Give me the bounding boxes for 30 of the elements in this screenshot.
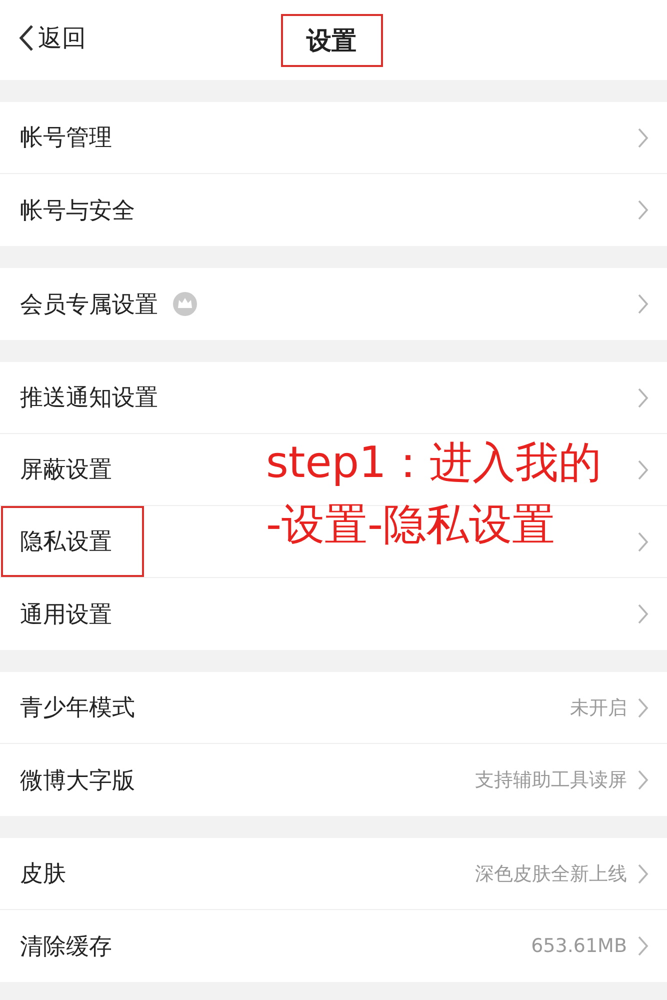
row-label[interactable]: 隐私设置: [1, 506, 144, 577]
row-label[interactable]: 帐号与安全: [18, 174, 137, 246]
row-label[interactable]: 青少年模式: [18, 672, 137, 743]
chevron-icon: [637, 696, 649, 718]
chevron-icon: [637, 199, 649, 221]
chevron-icon: [637, 126, 649, 148]
chevron-icon: [637, 935, 649, 957]
row-label[interactable]: 屏蔽设置: [18, 434, 114, 505]
chevron-icon: [637, 386, 649, 408]
chevron-icon: [637, 862, 649, 884]
row-value: 未开启: [570, 696, 627, 720]
chevron-icon: [637, 293, 649, 315]
back-button[interactable]: 返回: [18, 22, 86, 54]
row-label[interactable]: 皮肤: [18, 838, 68, 909]
back-icon: [18, 24, 34, 52]
row-value: 653.61MB: [531, 935, 627, 957]
page-title: 设置: [280, 14, 382, 66]
row-label[interactable]: 通用设置: [18, 578, 114, 650]
annotation-text: step1：进入我的 -设置-隐私设置: [266, 437, 602, 552]
row-label[interactable]: 清除缓存: [18, 910, 114, 982]
chevron-icon: [637, 603, 649, 625]
row-label[interactable]: 推送通知设置: [18, 362, 160, 433]
row-value: 支持辅助工具读屏: [475, 768, 627, 793]
chevron-icon: [637, 530, 649, 552]
row-label[interactable]: 微博大字版: [18, 744, 137, 816]
row-value: 深色皮肤全新上线: [475, 862, 627, 886]
row-label[interactable]: 帐号管理: [18, 102, 114, 173]
chevron-icon: [637, 458, 649, 480]
chevron-icon: [637, 769, 649, 791]
crown-icon: [172, 291, 198, 317]
